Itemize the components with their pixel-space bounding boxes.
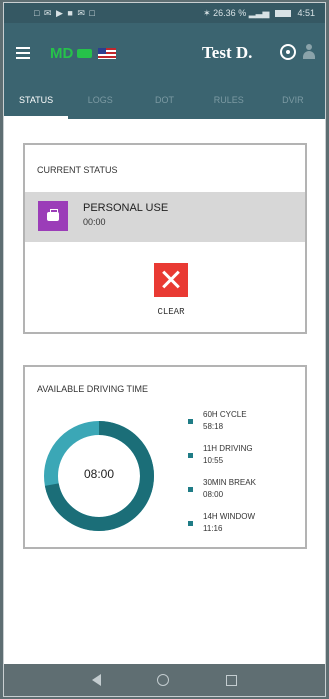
legend-dot-icon (188, 487, 193, 492)
android-nav-bar (4, 664, 325, 696)
clear-label[interactable]: CLEAR (147, 307, 195, 317)
legend-item: 14H WINDOW 11:16 (188, 512, 298, 546)
current-status-title: CURRENT STATUS (37, 165, 118, 175)
hamburger-menu-icon[interactable] (16, 47, 30, 59)
tab-logs[interactable]: LOGS (68, 81, 132, 119)
system-status-bar: □ ✉ ▶ ■ ✉ □ ✶ 26.36 % ▂▃▅ 4:51 (4, 3, 325, 23)
legend-dot-icon (188, 453, 193, 458)
home-icon[interactable] (157, 674, 170, 686)
legend-dot-icon (188, 521, 193, 526)
legend-value: 11:16 (203, 524, 223, 533)
available-driving-card: AVAILABLE DRIVING TIME 08:00 60H CYCLE 5… (23, 365, 307, 549)
current-status-card: CURRENT STATUS PERSONAL USE 00:00 CLEAR (23, 143, 307, 334)
legend-label: 11H DRIVING (203, 444, 253, 453)
legend-dot-icon (188, 419, 193, 424)
md-label: MD (50, 44, 74, 62)
legend-label: 30MIN BREAK (203, 478, 256, 487)
driver-name[interactable]: Test D. (202, 43, 252, 63)
legend-item: 11H DRIVING 10:55 (188, 444, 298, 478)
notification-icons: □ ✉ ▶ ■ ✉ □ (34, 7, 96, 18)
legend-value: 08:00 (203, 490, 224, 499)
legend-item: 60H CYCLE 58:18 (188, 410, 298, 444)
clear-button[interactable] (154, 263, 188, 297)
recent-apps-icon[interactable] (225, 674, 237, 686)
app-frame: □ ✉ ▶ ■ ✉ □ ✶ 26.36 % ▂▃▅ 4:51 MD Test D… (3, 2, 326, 697)
legend-item: 30MIN BREAK 08:00 (188, 478, 298, 512)
co-driver-icon[interactable] (303, 44, 315, 60)
legend-label: 14H WINDOW (203, 512, 255, 521)
us-flag-icon[interactable] (98, 47, 117, 59)
main-tabs: STATUS LOGS DOT RULES DVIR (4, 81, 325, 119)
tab-dvir[interactable]: DVIR (261, 81, 325, 119)
battery-icon (275, 9, 292, 17)
signal-text: ✶ 26.36 % ▂▃▅ (203, 7, 270, 18)
status-label: PERSONAL USE (83, 202, 169, 214)
legend-value: 58:18 (203, 422, 224, 431)
status-time: 00:00 (83, 217, 106, 227)
tab-dot[interactable]: DOT (132, 81, 196, 119)
steering-wheel-icon[interactable] (280, 44, 296, 60)
system-indicators: ✶ 26.36 % ▂▃▅ 4:51 (203, 8, 315, 19)
available-driving-title: AVAILABLE DRIVING TIME (37, 384, 149, 394)
current-status-row[interactable]: PERSONAL USE 00:00 (25, 192, 305, 242)
driving-legend: 60H CYCLE 58:18 11H DRIVING 10:55 30MIN … (188, 410, 298, 546)
personal-use-icon (38, 201, 68, 231)
tab-status[interactable]: STATUS (4, 81, 69, 119)
driving-time-gauge: 08:00 (43, 420, 155, 532)
truck-icon (77, 48, 93, 58)
clock: 4:51 (297, 8, 315, 18)
legend-label: 60H CYCLE (203, 410, 247, 419)
gauge-value: 08:00 (83, 467, 115, 481)
app-header: MD Test D. (4, 23, 325, 83)
back-icon[interactable] (92, 674, 102, 686)
legend-value: 10:55 (203, 456, 224, 465)
tab-rules[interactable]: RULES (197, 81, 261, 119)
